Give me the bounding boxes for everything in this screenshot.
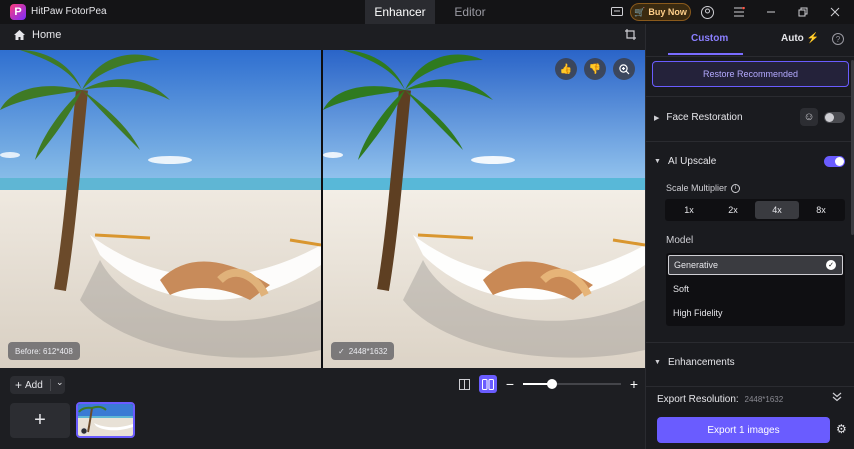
plus-icon: + <box>15 378 23 392</box>
zoom-out-button[interactable]: − <box>503 376 517 392</box>
app-window: P HitPaw FotorPea Enhancer Editor 🛒 Buy … <box>0 0 854 449</box>
scale-option-4x[interactable]: 4x <box>755 201 799 219</box>
user-icon[interactable] <box>693 0 721 24</box>
model-label: Model <box>666 235 694 246</box>
close-icon[interactable] <box>821 0 849 24</box>
add-button[interactable]: + Add ⌄ <box>10 376 65 394</box>
model-option-high-fidelity[interactable]: High Fidelity <box>668 303 843 323</box>
add-divider <box>50 379 51 391</box>
app-logo: P <box>10 4 26 20</box>
restore-icon[interactable] <box>789 0 817 24</box>
tab-auto-label: Auto <box>781 33 804 44</box>
caret-down-icon: ▼ <box>654 359 661 366</box>
tab-custom[interactable]: Custom <box>691 33 728 44</box>
zoom-in-button[interactable]: + <box>627 376 641 392</box>
caret-right-icon: ▶ <box>654 114 660 122</box>
single-view-icon[interactable] <box>455 375 473 393</box>
tab-custom-underline <box>668 53 743 55</box>
cart-icon: 🛒 <box>634 6 646 17</box>
tab-enhancer[interactable]: Enhancer <box>365 0 435 24</box>
export-resolution-label: Export Resolution: <box>657 394 739 405</box>
add-image-tile[interactable]: + <box>10 403 70 438</box>
zoom-slider-knob[interactable] <box>547 379 558 389</box>
image-toolbar: Home <box>0 24 645 49</box>
minimize-icon[interactable] <box>757 0 785 24</box>
comparison-viewer[interactable]: Before: 612*408 👍 👎 ✓ 2448*1632 <box>0 50 645 368</box>
zoom-in-icon[interactable] <box>613 58 635 80</box>
bolt-icon: ⚡ <box>806 33 820 44</box>
ai-upscale-header[interactable]: ▼ AI Upscale <box>654 156 716 167</box>
crop-icon[interactable] <box>625 29 636 43</box>
chat-icon[interactable] <box>603 0 631 24</box>
bottom-bar: + Add ⌄ − + + <box>0 368 645 449</box>
face-restoration-label: Face Restoration <box>666 112 743 123</box>
panel-tabs: Custom Auto ⚡ ? <box>646 24 854 56</box>
tabs-divider <box>646 56 854 57</box>
buy-now-button[interactable]: 🛒 Buy Now <box>630 3 691 21</box>
caret-down-icon: ▼ <box>654 158 661 165</box>
scale-multiplier-selector: 1x 2x 4x 8x <box>665 199 845 221</box>
face-restoration-toggle[interactable] <box>824 112 845 123</box>
tab-auto[interactable]: Auto ⚡ <box>781 33 819 44</box>
ai-upscale-label: AI Upscale <box>667 156 717 167</box>
chevron-down-icon[interactable]: ⌄ <box>56 377 64 388</box>
app-name: HitPaw FotorPea <box>31 6 107 17</box>
home-icon <box>14 30 25 40</box>
export-button[interactable]: Export 1 images <box>657 417 830 443</box>
export-resolution: Export Resolution: 2448*1632 <box>657 394 783 405</box>
double-chevron-down-icon[interactable] <box>832 392 842 405</box>
info-icon[interactable]: i <box>731 183 741 193</box>
scale-option-8x[interactable]: 8x <box>799 201 843 219</box>
toggle-knob <box>825 113 834 122</box>
model-option-soft[interactable]: Soft <box>668 279 843 299</box>
buy-now-label: Buy Now <box>648 7 687 17</box>
thumbnail-image <box>78 404 133 436</box>
after-pane: 👍 👎 ✓ 2448*1632 <box>323 50 645 368</box>
section-divider <box>646 342 854 343</box>
thumbs-up-icon[interactable]: 👍 <box>555 58 577 80</box>
scale-option-2x[interactable]: 2x <box>711 201 755 219</box>
add-label: Add <box>25 379 43 391</box>
model-option-label: Generative <box>674 260 719 270</box>
scale-option-1x[interactable]: 1x <box>667 201 711 219</box>
zoom-slider[interactable] <box>523 377 621 391</box>
mode-tabs: Enhancer Editor <box>365 0 505 24</box>
menu-icon[interactable] <box>725 0 753 24</box>
before-pane: Before: 612*408 <box>0 50 321 368</box>
face-icon[interactable]: ☺ <box>800 108 818 126</box>
enhancements-header[interactable]: ▼ Enhancements <box>654 357 735 368</box>
gear-icon[interactable]: ⚙ <box>836 422 847 436</box>
title-bar: P HitPaw FotorPea Enhancer Editor 🛒 Buy … <box>0 0 854 24</box>
restore-recommended-button[interactable]: Restore Recommended <box>652 61 849 87</box>
toggle-knob <box>835 157 844 166</box>
before-size-badge: Before: 612*408 <box>8 342 80 360</box>
section-divider <box>646 96 854 97</box>
export-resolution-value: 2448*1632 <box>744 395 784 404</box>
after-size-badge: ✓ 2448*1632 <box>331 342 395 360</box>
check-icon: ✓ <box>338 346 345 356</box>
ai-upscale-toggle[interactable] <box>824 156 845 167</box>
face-restoration-header[interactable]: ▶ Face Restoration <box>654 112 743 123</box>
model-list: Generative ✓ Soft High Fidelity <box>666 253 845 326</box>
image-thumbnail[interactable] <box>76 402 135 438</box>
scale-multiplier-text: Scale Multiplier <box>666 183 728 193</box>
export-divider <box>646 386 854 387</box>
view-controls: − + <box>455 375 641 393</box>
before-image <box>0 50 321 368</box>
thumbs-down-icon[interactable]: 👎 <box>584 58 606 80</box>
home-button[interactable]: Home <box>14 29 61 41</box>
scale-multiplier-label: Scale Multiplier i <box>666 183 741 193</box>
after-image <box>323 50 645 368</box>
after-size-label: 2448*1632 <box>348 346 388 356</box>
enhancements-label: Enhancements <box>667 357 735 368</box>
home-label: Home <box>32 29 62 41</box>
help-icon[interactable]: ? <box>832 33 844 45</box>
tab-editor[interactable]: Editor <box>435 0 505 24</box>
check-icon: ✓ <box>826 260 836 270</box>
settings-panel: Custom Auto ⚡ ? Restore Recommended ▶ Fa… <box>645 24 854 449</box>
model-option-generative[interactable]: Generative ✓ <box>668 255 843 275</box>
split-view-icon[interactable] <box>479 375 497 393</box>
feedback-buttons: 👍 👎 <box>555 58 635 80</box>
section-divider <box>646 141 854 142</box>
